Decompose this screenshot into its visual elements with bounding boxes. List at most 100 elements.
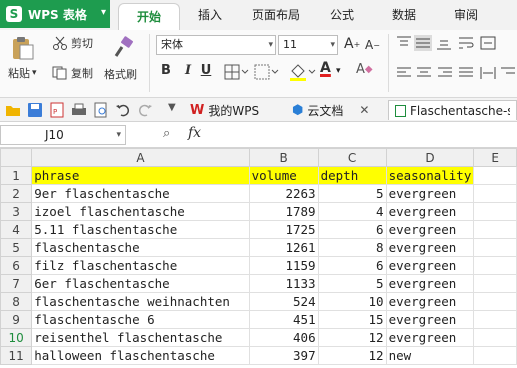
cell-empty[interactable] (473, 184, 517, 203)
row-header[interactable]: 1 (0, 166, 33, 185)
cell-depth[interactable]: 6 (317, 220, 387, 239)
cell-volume[interactable]: 406 (248, 328, 319, 347)
tab-formulas[interactable]: 公式 (330, 6, 354, 23)
print-icon[interactable] (71, 102, 87, 118)
column-header-d[interactable]: D (385, 148, 475, 167)
underline-button[interactable]: U (198, 63, 214, 78)
format-painter-button[interactable]: 格式刷 (104, 66, 137, 82)
merge-center-icon[interactable] (480, 36, 496, 50)
grow-font-button[interactable]: A + (344, 36, 360, 52)
font-color-button[interactable]: A (320, 61, 331, 75)
print-preview-icon[interactable] (93, 102, 109, 118)
fill-color-icon[interactable] (288, 62, 316, 82)
column-header-b[interactable]: B (248, 148, 319, 167)
cell-empty[interactable] (473, 238, 517, 257)
shrink-font-button[interactable]: A − (365, 38, 380, 52)
cell-depth[interactable]: 6 (317, 256, 387, 275)
cell-depth[interactable]: 12 (317, 328, 387, 347)
align-middle-icon[interactable] (414, 35, 432, 51)
cell-phrase[interactable]: 6er flaschentasche (31, 274, 250, 293)
cell-depth[interactable]: 15 (317, 310, 387, 329)
row-header[interactable]: 5 (0, 238, 33, 257)
border-icon[interactable] (224, 64, 250, 80)
cell-empty[interactable] (473, 328, 517, 347)
cell-depth[interactable]: 4 (317, 202, 387, 221)
cell-volume[interactable]: 1133 (248, 274, 319, 293)
tab-insert[interactable]: 插入 (198, 6, 222, 23)
cell-phrase[interactable]: reisenthel flaschentasche (31, 328, 250, 347)
cell-depth[interactable]: depth (317, 166, 387, 185)
cell-seasonality[interactable]: evergreen (385, 184, 475, 203)
cell-volume[interactable]: 524 (248, 292, 319, 311)
folder-icon[interactable] (5, 102, 21, 118)
save-icon[interactable] (27, 102, 43, 118)
tab-data[interactable]: 数据 (392, 6, 416, 23)
bold-button[interactable]: B (158, 63, 174, 78)
tab-cloud-docs[interactable]: ⬢ 云文档 ✕ (292, 100, 369, 120)
cell-phrase[interactable]: halloween flaschentasche (31, 346, 250, 365)
paste-button[interactable]: 粘贴 ▾ (8, 65, 37, 81)
indent-icon[interactable] (500, 66, 516, 80)
wrap-text-icon[interactable] (458, 36, 474, 50)
cell-empty[interactable] (473, 274, 517, 293)
row-header[interactable]: 7 (0, 274, 33, 293)
tab-active-document[interactable]: Flaschentasche-so (388, 100, 517, 120)
tab-review[interactable]: 审阅 (454, 6, 478, 23)
chevron-down-icon[interactable]: ▾ (336, 66, 341, 76)
cell-seasonality[interactable]: new (385, 346, 475, 365)
font-name-select[interactable]: 宋体 ▾ (156, 35, 276, 55)
cell-phrase[interactable]: 9er flaschentasche (31, 184, 250, 203)
cell-volume[interactable]: 1789 (248, 202, 319, 221)
export-pdf-icon[interactable]: P (49, 102, 65, 118)
row-header[interactable]: 8 (0, 292, 33, 311)
align-left-icon[interactable] (396, 66, 412, 80)
cell-phrase[interactable]: phrase (31, 166, 250, 185)
row-header[interactable]: 3 (0, 202, 33, 221)
cell-seasonality[interactable]: evergreen (385, 220, 475, 239)
chevron-down-icon[interactable]: ▼ (168, 102, 176, 113)
cell-depth[interactable]: 10 (317, 292, 387, 311)
select-all-corner[interactable] (0, 148, 33, 167)
row-header[interactable]: 10 (0, 328, 33, 347)
row-header[interactable]: 9 (0, 310, 33, 329)
tab-page-layout[interactable]: 页面布局 (252, 6, 300, 23)
column-header-a[interactable]: A (31, 148, 250, 167)
formula-input[interactable] (212, 125, 517, 145)
zoom-icon[interactable]: ⌕ (163, 126, 170, 141)
paste-icon[interactable] (10, 35, 36, 61)
row-header[interactable]: 6 (0, 256, 33, 275)
cell-phrase[interactable]: flaschentasche 6 (31, 310, 250, 329)
align-center-icon[interactable] (416, 66, 432, 80)
cell-empty[interactable] (473, 202, 517, 221)
undo-icon[interactable] (115, 102, 131, 118)
cell-phrase[interactable]: filz flaschentasche (31, 256, 250, 275)
distribute-icon[interactable] (480, 66, 496, 80)
cell-empty[interactable] (473, 166, 517, 185)
tab-home[interactable]: 开始 (118, 3, 181, 30)
row-header[interactable]: 2 (0, 184, 33, 203)
row-header[interactable]: 11 (0, 346, 33, 365)
justify-icon[interactable] (458, 66, 474, 80)
cell-empty[interactable] (473, 292, 517, 311)
redo-icon[interactable] (137, 102, 153, 118)
cell-seasonality[interactable]: evergreen (385, 256, 475, 275)
cell-depth[interactable]: 5 (317, 184, 387, 203)
cell-phrase[interactable]: flaschentasche weihnachten (31, 292, 250, 311)
cell-volume[interactable]: 1159 (248, 256, 319, 275)
merge-cells-icon[interactable] (254, 64, 280, 80)
column-header-c[interactable]: C (317, 148, 387, 167)
copy-button[interactable]: 复制 (52, 65, 93, 81)
cell-empty[interactable] (473, 256, 517, 275)
cell-seasonality[interactable]: evergreen (385, 202, 475, 221)
cell-volume[interactable]: 451 (248, 310, 319, 329)
cell-seasonality[interactable]: evergreen (385, 292, 475, 311)
align-top-icon[interactable] (396, 36, 412, 50)
cell-empty[interactable] (473, 346, 517, 365)
italic-button[interactable]: I (180, 63, 196, 78)
cell-volume[interactable]: volume (248, 166, 319, 185)
tab-my-wps[interactable]: W 我的WPS (190, 100, 259, 120)
align-right-icon[interactable] (437, 66, 453, 80)
cell-seasonality[interactable]: seasonality (385, 166, 475, 185)
app-menu-button[interactable]: S WPS 表格 ▾ (0, 0, 110, 28)
clear-format-button[interactable]: A ◆ (356, 62, 373, 77)
